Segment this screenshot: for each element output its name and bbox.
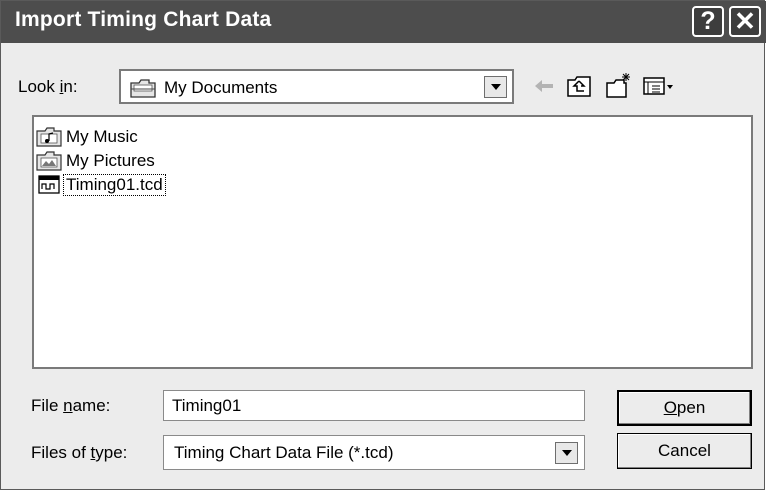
files-of-type-label: Files of type: <box>31 443 128 462</box>
dialog-title: Import Timing Chart Data <box>15 8 272 31</box>
look-in-dropdown-button[interactable] <box>484 76 507 98</box>
pictures-folder-icon <box>36 149 62 172</box>
chevron-down-icon <box>562 450 572 456</box>
close-icon: ✕ <box>734 6 756 36</box>
cancel-button[interactable]: Cancel <box>617 433 752 469</box>
new-folder-icon[interactable] <box>604 71 634 101</box>
help-icon: ? <box>700 7 716 35</box>
files-of-type-dropdown-button[interactable] <box>555 442 578 464</box>
file-name-input[interactable] <box>163 390 585 421</box>
files-of-type-dropdown[interactable]: Timing Chart Data File (*.tcd) <box>163 435 585 470</box>
back-arrow-icon[interactable] <box>529 71 559 101</box>
open-button[interactable]: Open <box>617 390 752 426</box>
music-folder-icon <box>36 125 62 148</box>
file-name-label: My Music <box>66 127 138 146</box>
close-button[interactable]: ✕ <box>729 6 761 37</box>
title-bar[interactable]: Import Timing Chart Data ? ✕ <box>1 1 766 43</box>
look-in-value: My Documents <box>164 78 278 97</box>
file-list[interactable]: My Music My Pictures Timing01.tcd <box>32 115 753 369</box>
look-in-dropdown[interactable]: My Documents <box>119 69 514 104</box>
up-one-level-icon[interactable] <box>564 71 594 101</box>
chevron-down-icon <box>491 84 501 90</box>
folder-icon <box>129 77 157 104</box>
file-name-label: My Pictures <box>66 151 155 170</box>
file-name-label: File name: <box>31 396 111 415</box>
files-of-type-value: Timing Chart Data File (*.tcd) <box>174 443 394 462</box>
file-name-label: Timing01.tcd <box>63 174 166 196</box>
import-dialog: Import Timing Chart Data ? ✕ Look in: My… <box>0 0 766 490</box>
help-button[interactable]: ? <box>692 6 724 37</box>
view-menu-icon[interactable] <box>641 71 677 101</box>
look-in-label: Look in: <box>18 77 78 96</box>
tcd-file-icon <box>36 173 62 196</box>
